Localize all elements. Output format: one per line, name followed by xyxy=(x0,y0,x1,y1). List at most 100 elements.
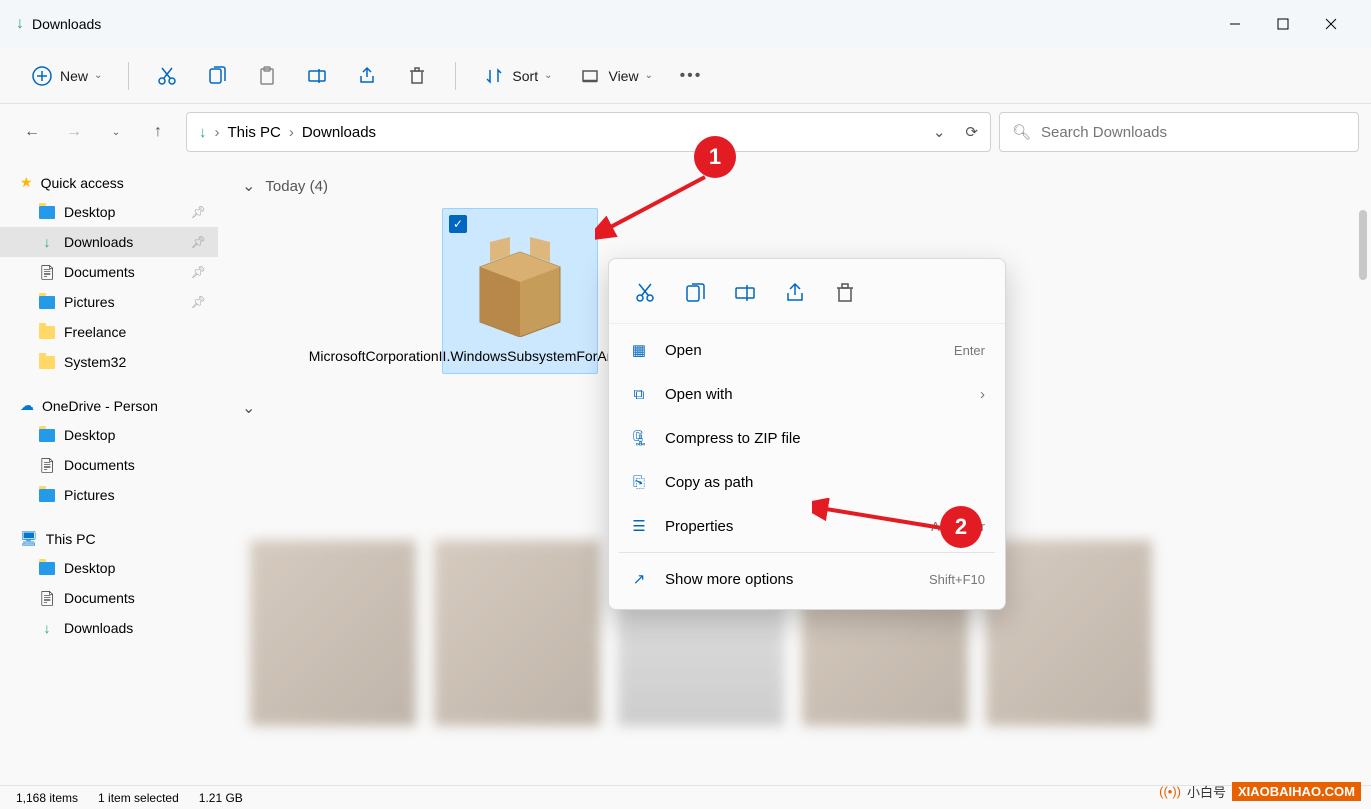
sidebar-item-freelance[interactable]: Freelance xyxy=(0,317,218,347)
paste-icon[interactable] xyxy=(255,64,279,88)
copy-icon[interactable] xyxy=(205,64,229,88)
status-selected: 1 item selected xyxy=(98,791,179,805)
share-icon[interactable] xyxy=(355,64,379,88)
sidebar-item-pc-downloads[interactable]: ↓Downloads xyxy=(0,613,218,643)
quick-access-label: Quick access xyxy=(41,175,124,191)
arrow-1 xyxy=(595,172,725,242)
minimize-button[interactable] xyxy=(1211,0,1259,48)
new-button[interactable]: New ⌄ xyxy=(30,64,102,88)
properties-icon: ☰ xyxy=(629,516,649,536)
sidebar-item-od-desktop[interactable]: Desktop xyxy=(0,420,218,450)
maximize-button[interactable] xyxy=(1259,0,1307,48)
sidebar-item-system32[interactable]: System32 xyxy=(0,347,218,377)
folder-icon xyxy=(39,206,55,219)
ctx-copy-icon[interactable] xyxy=(677,275,713,311)
path-icon: ⎘ xyxy=(629,472,649,492)
breadcrumb-current[interactable]: Downloads xyxy=(302,124,376,141)
ctx-share-icon[interactable] xyxy=(777,275,813,311)
refresh-icon[interactable]: ⟳ xyxy=(965,123,978,141)
sidebar-item-label: Documents xyxy=(64,590,135,606)
chevron-down-icon[interactable]: ⌄ xyxy=(933,123,946,141)
pc-icon: 🖥︎ xyxy=(20,530,38,547)
status-total: 1,168 items xyxy=(16,791,78,805)
sidebar-item-label: Documents xyxy=(64,457,135,473)
folder-icon xyxy=(39,562,55,575)
sidebar-item-label: Desktop xyxy=(64,204,115,220)
close-button[interactable] xyxy=(1307,0,1355,48)
checkbox-checked-icon[interactable]: ✓ xyxy=(449,215,467,233)
chevron-down-icon: ⌄ xyxy=(242,398,255,418)
sidebar-item-desktop[interactable]: Desktop📌︎ xyxy=(0,197,218,227)
watermark: ((•)) 小白号 XIAOBAIHAO.COM xyxy=(1159,782,1361,801)
ctx-open[interactable]: ▦ Open Enter xyxy=(609,328,1005,372)
up-button[interactable]: ↑ xyxy=(146,120,170,144)
group-header[interactable]: ⌄ Today (4) xyxy=(242,172,1347,200)
file-item-selected[interactable]: ✓ MicrosoftCorporationII.WindowsSubsyste… xyxy=(442,208,598,374)
search-input[interactable] xyxy=(1041,124,1346,141)
recent-button[interactable]: ⌄ xyxy=(104,120,128,144)
chevron-right-icon: › xyxy=(289,124,294,141)
pin-icon: 📌︎ xyxy=(191,295,206,309)
view-button[interactable]: View ⌄ xyxy=(578,64,652,88)
zip-icon: 🗜︎ xyxy=(629,428,649,448)
delete-icon[interactable] xyxy=(405,64,429,88)
search-bar[interactable]: 🔍︎ xyxy=(999,112,1359,152)
downloads-icon: ↓ xyxy=(38,233,56,251)
sidebar-item-pc-desktop[interactable]: Desktop xyxy=(0,553,218,583)
ctx-compress[interactable]: 🗜︎ Compress to ZIP file xyxy=(609,416,1005,460)
sidebar-item-od-pictures[interactable]: Pictures xyxy=(0,480,218,510)
view-label: View xyxy=(608,68,638,84)
chevron-right-icon: › xyxy=(980,386,985,403)
rename-icon[interactable] xyxy=(305,64,329,88)
quick-access-section[interactable]: ★ Quick access xyxy=(0,168,218,197)
ctx-label: Compress to ZIP file xyxy=(665,430,801,447)
sidebar-item-pictures[interactable]: Pictures 📌︎ xyxy=(0,287,218,317)
group-label: Today (4) xyxy=(265,178,328,195)
sidebar-item-label: Pictures xyxy=(64,294,115,310)
folder-icon xyxy=(39,489,55,502)
ctx-cut-icon[interactable] xyxy=(627,275,663,311)
ctx-label: Show more options xyxy=(665,571,793,588)
ctx-delete-icon[interactable] xyxy=(827,275,863,311)
chevron-down-icon: ⌄ xyxy=(94,70,102,81)
chevron-down-icon: ⌄ xyxy=(242,176,255,196)
ctx-open-with[interactable]: ⧉ Open with › xyxy=(609,372,1005,416)
sidebar-item-label: System32 xyxy=(64,354,126,370)
title-bar: ↓ Downloads xyxy=(0,0,1371,48)
callout-1: 1 xyxy=(694,136,736,178)
scrollbar[interactable] xyxy=(1359,210,1367,280)
thispc-section[interactable]: 🖥︎ This PC xyxy=(0,524,218,553)
document-icon: 📄︎ xyxy=(38,456,56,474)
address-bar[interactable]: ↓ › This PC › Downloads ⌄ ⟳ xyxy=(186,112,991,152)
chevron-right-icon: › xyxy=(215,124,220,141)
window-title: Downloads xyxy=(32,16,101,32)
sidebar-item-documents[interactable]: 📄︎Documents📌︎ xyxy=(0,257,218,287)
cloud-icon: ☁ xyxy=(20,397,34,414)
pin-icon: 📌︎ xyxy=(191,265,206,279)
sidebar-item-pc-documents[interactable]: 📄︎Documents xyxy=(0,583,218,613)
downloads-icon: ↓ xyxy=(199,124,207,141)
ctx-more-options[interactable]: ↗ Show more options Shift+F10 xyxy=(609,557,1005,601)
breadcrumb-root[interactable]: This PC xyxy=(228,124,281,141)
folder-icon xyxy=(39,326,55,339)
forward-button[interactable]: → xyxy=(62,120,86,144)
sidebar-item-od-documents[interactable]: 📄︎ Documents xyxy=(0,450,218,480)
sort-button[interactable]: Sort ⌄ xyxy=(482,64,552,88)
sidebar: ★ Quick access Desktop📌︎ ↓Downloads📌︎ 📄︎… xyxy=(0,160,218,785)
more-button[interactable]: ••• xyxy=(679,64,703,88)
separator xyxy=(619,552,995,553)
back-button[interactable]: ← xyxy=(20,120,44,144)
sidebar-item-label: Desktop xyxy=(64,427,115,443)
ctx-label: Copy as path xyxy=(665,474,753,491)
onedrive-section[interactable]: ☁ OneDrive - Person xyxy=(0,391,218,420)
cut-icon[interactable] xyxy=(155,64,179,88)
toolbar: New ⌄ Sort ⌄ View ⌄ ••• xyxy=(0,48,1371,104)
new-label: New xyxy=(60,68,88,84)
sidebar-item-label: Pictures xyxy=(64,487,115,503)
chevron-down-icon: ⌄ xyxy=(544,70,552,81)
sidebar-item-label: Downloads xyxy=(64,620,133,636)
sidebar-item-downloads[interactable]: ↓Downloads📌︎ xyxy=(0,227,218,257)
ctx-rename-icon[interactable] xyxy=(727,275,763,311)
chevron-down-icon: ⌄ xyxy=(645,70,653,81)
folder-icon xyxy=(39,296,55,309)
